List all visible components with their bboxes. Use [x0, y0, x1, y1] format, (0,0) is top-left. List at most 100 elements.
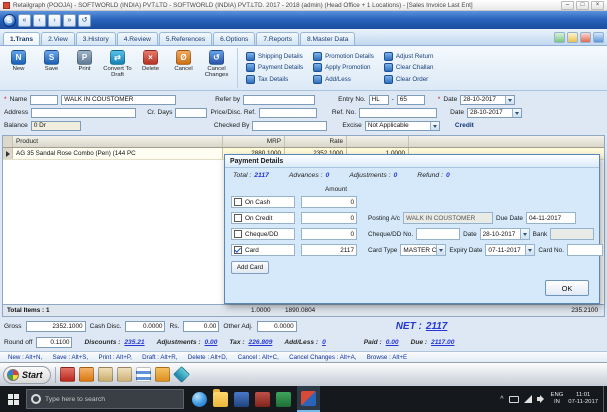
minimize-button[interactable]: –	[561, 0, 574, 10]
checked-by-field[interactable]	[252, 120, 328, 131]
cancel-button[interactable]: Ø Cancel	[167, 48, 200, 88]
cheque-dd-checkbox[interactable]: Cheque/DD	[231, 228, 295, 240]
credit-amount-field[interactable]: 0	[301, 212, 357, 224]
volume-icon[interactable]	[536, 395, 546, 403]
word-app-icon[interactable]	[234, 391, 249, 407]
column-header-mrp[interactable]: MRP	[223, 136, 285, 147]
round-off-field[interactable]: 0.1100	[36, 336, 73, 348]
calculator-icon[interactable]	[554, 32, 565, 43]
nav-previous-button[interactable]: ‹	[33, 13, 46, 27]
cash-disc-field[interactable]: 0.0000	[125, 320, 166, 332]
taskbar-search-box[interactable]	[26, 389, 184, 409]
save-button[interactable]: S Save	[35, 48, 68, 88]
network-icon[interactable]	[523, 395, 532, 403]
column-header-rate[interactable]: Rate	[285, 136, 347, 147]
refer-by-field[interactable]	[243, 94, 316, 105]
chevron-down-icon[interactable]	[512, 108, 522, 117]
chevron-down-icon[interactable]	[505, 95, 515, 104]
tab-history[interactable]: 3.History	[75, 32, 116, 45]
cheque-amount-field[interactable]: 0	[301, 228, 357, 240]
entry-prefix-field[interactable]: HL	[368, 94, 389, 105]
shipping-details-button[interactable]: Shipping Details	[246, 51, 303, 62]
new-button[interactable]: N New	[2, 48, 35, 88]
tax-details-button[interactable]: Tax Details	[246, 74, 303, 85]
adjust-return-button[interactable]: Adjust Return	[383, 51, 433, 62]
promotion-details-button[interactable]: Promotion Details	[313, 51, 374, 62]
calculator-app-icon[interactable]	[135, 367, 151, 382]
nav-first-button[interactable]: «	[18, 13, 31, 27]
cancel-changes-button[interactable]: ↺ Cancel Changes	[200, 48, 233, 88]
credit-label[interactable]: Credit	[455, 122, 474, 129]
dialog-titlebar[interactable]: Payment Details	[225, 155, 599, 168]
clear-order-button[interactable]: Clear Order	[383, 74, 434, 85]
due-date-field[interactable]: 04-11-2017	[525, 212, 576, 224]
maximize-button[interactable]: □	[576, 0, 589, 10]
other-adj-field[interactable]: 0.0000	[256, 320, 297, 332]
tab-view[interactable]: 2.View	[41, 32, 75, 45]
search-input[interactable]	[45, 395, 163, 403]
checkbox-icon[interactable]	[234, 214, 242, 222]
clock[interactable]: 11:01 07-11-2017	[568, 392, 598, 407]
invoice-date-dropdown[interactable]: 28-10-2017	[460, 94, 516, 105]
discounts-value[interactable]: 235.21	[124, 339, 144, 346]
tab-references[interactable]: 5.References	[158, 32, 213, 45]
cheque-date-dropdown[interactable]: 28-10-2017	[479, 228, 530, 240]
cash-disc-amount-field[interactable]: 0.00	[183, 320, 220, 332]
touch-keyboard-icon[interactable]	[508, 395, 519, 403]
checkbox-icon[interactable]	[234, 230, 242, 238]
file-explorer-icon[interactable]	[213, 388, 228, 407]
ref-date-dropdown[interactable]: 28-10-2017	[467, 107, 523, 118]
card-no-field[interactable]	[566, 244, 603, 256]
payment-details-button[interactable]: Payment Details	[246, 63, 303, 74]
show-desktop-button[interactable]	[603, 386, 606, 412]
close-button[interactable]: ×	[591, 0, 604, 10]
chevron-down-icon[interactable]	[525, 245, 535, 255]
tab-master-data[interactable]: 8.Master Data	[299, 32, 356, 45]
checkbox-icon[interactable]	[234, 198, 242, 206]
chevron-down-icon[interactable]	[436, 245, 446, 255]
price-disc-ref-field[interactable]	[258, 107, 317, 118]
refresh-button[interactable]: ↺	[78, 13, 91, 27]
calendar-icon[interactable]	[593, 32, 604, 43]
entry-number-field[interactable]: 65	[396, 94, 425, 105]
spreadsheet-app-icon[interactable]	[276, 391, 291, 407]
ref-no-field[interactable]	[359, 107, 438, 118]
tray-chevron-icon[interactable]: ^	[500, 396, 503, 403]
add-less-value[interactable]: 0	[322, 339, 326, 346]
chevron-down-icon[interactable]	[429, 121, 439, 130]
tab-trans[interactable]: 1.Trans	[3, 32, 41, 45]
due-value[interactable]: 2117.00	[431, 339, 454, 346]
chevron-down-icon[interactable]	[519, 229, 529, 239]
active-app-task[interactable]	[297, 386, 320, 412]
delete-button[interactable]: × Delete	[134, 48, 167, 88]
quicklaunch-shortcut-1-icon[interactable]	[59, 367, 75, 382]
convert-to-draft-button[interactable]: ⇄ Convert To Draft	[101, 48, 134, 88]
tab-reports[interactable]: 7.Reports	[256, 32, 299, 45]
add-less-button[interactable]: Add/Less	[313, 74, 374, 85]
nav-last-button[interactable]: »	[63, 13, 76, 27]
card-type-dropdown[interactable]: MASTER CAR	[400, 244, 447, 256]
gross-field[interactable]: 2352.1000	[25, 320, 86, 332]
checkbox-checked-icon[interactable]	[234, 246, 242, 254]
quicklaunch-folder-3-icon[interactable]	[154, 367, 170, 382]
start-button-classic[interactable]: Start	[3, 365, 51, 384]
card-amount-field[interactable]: 2117	[301, 244, 357, 256]
excise-dropdown[interactable]: Not Applicable	[364, 120, 440, 131]
quicklaunch-folder-2-icon[interactable]	[116, 367, 132, 382]
quicklaunch-folder-1-icon[interactable]	[97, 367, 113, 382]
cheque-no-field[interactable]	[416, 228, 461, 240]
paid-value[interactable]: 0.00	[386, 339, 399, 346]
cell-product[interactable]: AG 35 Sandal Rose Combo (Pen) (144 PC	[13, 148, 223, 159]
browser-icon[interactable]	[192, 391, 207, 407]
mail-icon[interactable]	[567, 32, 578, 43]
nav-next-button[interactable]: ›	[48, 13, 61, 27]
ok-button[interactable]: OK	[545, 280, 589, 296]
customer-name-field[interactable]: WALK IN COUSTOMER	[61, 94, 177, 105]
expiry-date-dropdown[interactable]: 07-11-2017	[485, 244, 536, 256]
adjustments-value[interactable]: 0.00	[205, 339, 218, 346]
apply-promotion-button[interactable]: Apply Promotion	[313, 63, 374, 74]
alert-icon[interactable]	[580, 32, 591, 43]
on-credit-checkbox[interactable]: On Credit	[231, 212, 295, 224]
database-app-icon[interactable]	[255, 391, 270, 407]
quicklaunch-shortcut-3-icon[interactable]	[172, 366, 190, 383]
